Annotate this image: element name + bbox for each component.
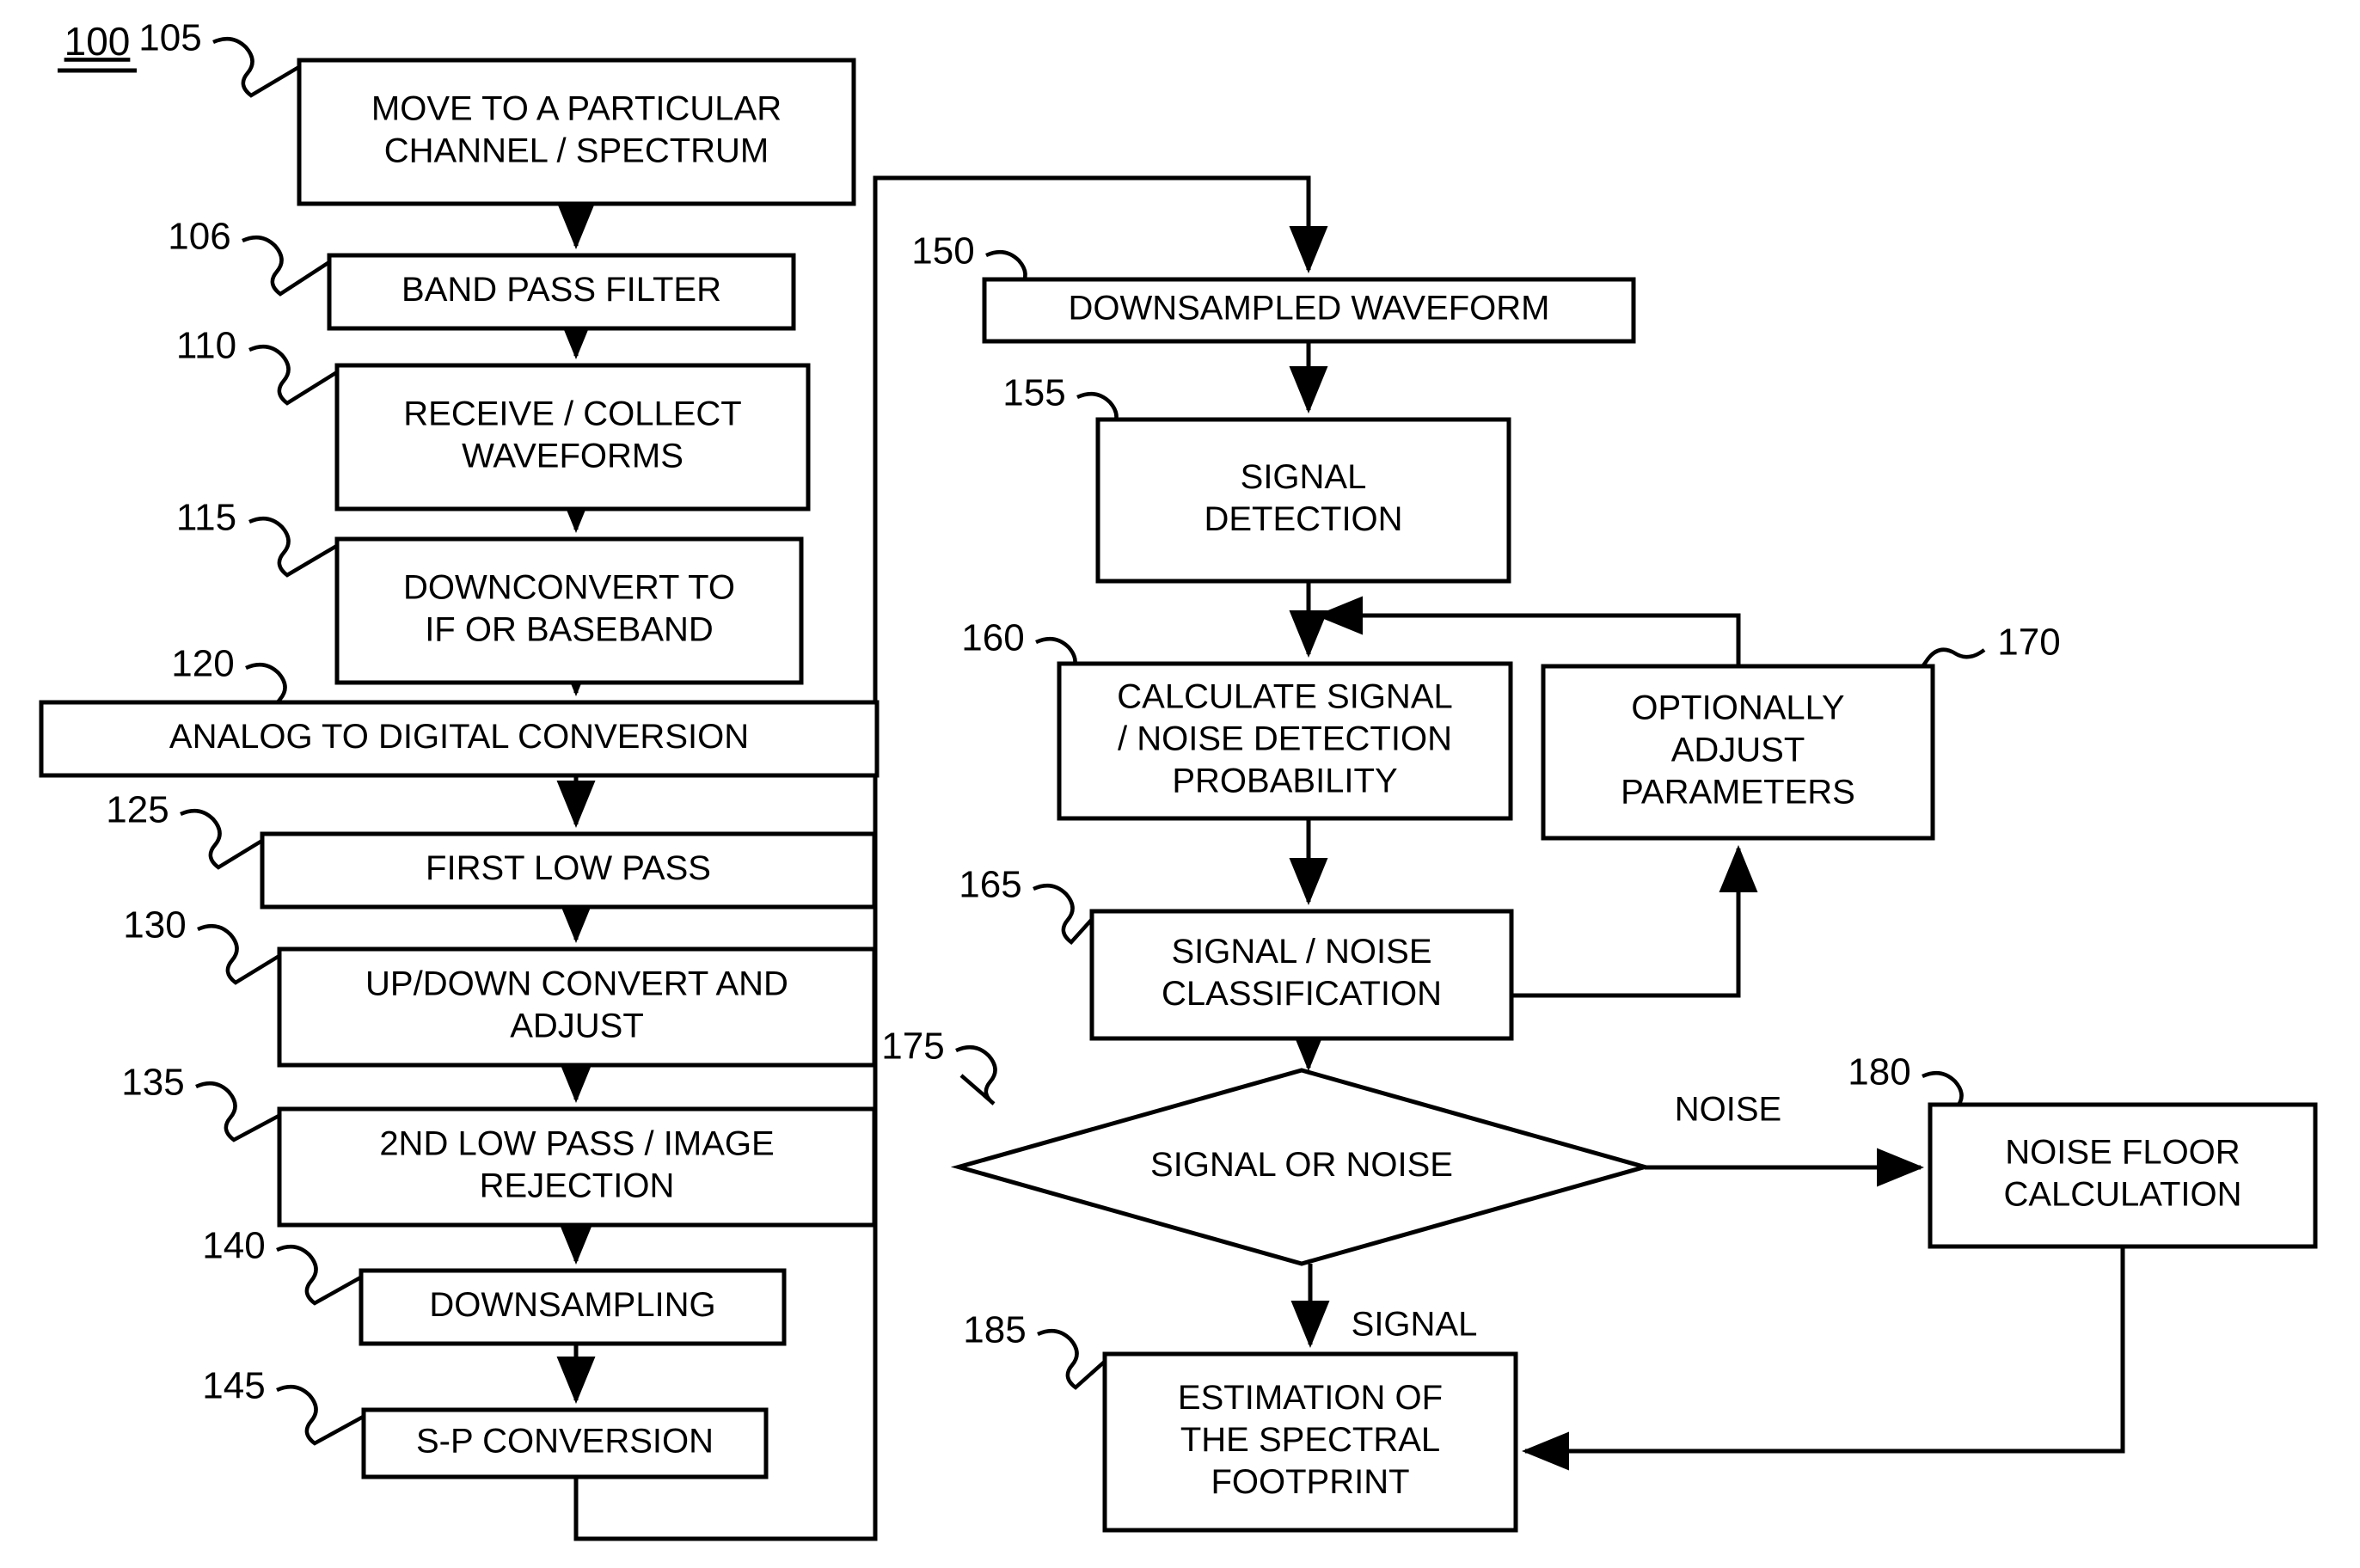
node-106: BAND PASS FILTER xyxy=(327,253,796,331)
node-135: 2ND LOW PASS / IMAGE REJECTION xyxy=(277,1106,877,1228)
node-115: DOWNCONVERT TO IF OR BASEBAND xyxy=(334,536,804,685)
node-160: CALCULATE SIGNAL / NOISE DETECTION PROBABI… xyxy=(1057,661,1513,821)
node-label-155-line2: DETECTION xyxy=(1204,500,1402,538)
node-105: MOVE TO A PARTICULAR CHANNEL / SPECTRUM xyxy=(297,58,856,206)
node-label-105-line1: MOVE TO A PARTICULAR xyxy=(371,90,782,128)
reference-number-115: 115 xyxy=(176,497,236,539)
reference-number-140: 140 xyxy=(202,1225,265,1267)
reference-number-110: 110 xyxy=(176,325,236,367)
node-label-110-line1: RECEIVE / COLLECT xyxy=(403,395,741,433)
figure-number-layer: 100 xyxy=(58,19,137,73)
node-label-180-line2: CALCULATION xyxy=(2003,1176,2241,1214)
leader-line-185 xyxy=(1037,1328,1109,1390)
leader-line-115 xyxy=(248,516,341,578)
reference-number-130: 130 xyxy=(123,904,186,946)
node-label-115-line2: IF OR BASEBAND xyxy=(425,611,714,649)
node-label-160-line2: / NOISE DETECTION xyxy=(1118,720,1452,758)
leader-line-125 xyxy=(180,808,267,870)
node-label-130-line2: ADJUST xyxy=(510,1008,644,1045)
node-125: FIRST LOW PASS xyxy=(260,831,877,910)
reference-number-145: 145 xyxy=(202,1365,265,1407)
node-label-106-line1: BAND PASS FILTER xyxy=(402,271,721,309)
node-label-115-line1: DOWNCONVERT TO xyxy=(403,569,735,607)
reference-number-175: 175 xyxy=(881,1026,944,1068)
node-label-140-line1: DOWNSAMPLING xyxy=(429,1286,715,1324)
node-label-135-line2: REJECTION xyxy=(480,1167,675,1205)
node-label-170-line3: PARAMETERS xyxy=(1621,774,1855,812)
reference-number-185: 185 xyxy=(963,1309,1026,1351)
node-label-135-line1: 2ND LOW PASS / IMAGE xyxy=(379,1125,774,1163)
connector-c180_185 xyxy=(1521,1246,2125,1471)
figure-canvas: MOVE TO A PARTICULAR CHANNEL / SPECTRUM BA… xyxy=(0,0,2360,1568)
node-label-145-line1: S-P CONVERSION xyxy=(416,1423,714,1461)
reference-number-105: 105 xyxy=(138,17,201,59)
reference-number-135: 135 xyxy=(121,1062,184,1104)
flowchart-svg: MOVE TO A PARTICULAR CHANNEL / SPECTRUM BA… xyxy=(39,17,2318,1541)
node-label-110-line2: WAVEFORMS xyxy=(462,438,683,475)
leader-line-145 xyxy=(276,1384,368,1446)
node-label-170-line2: ADJUST xyxy=(1671,732,1805,769)
leader-line-135 xyxy=(195,1081,284,1142)
node-140: DOWNSAMPLING xyxy=(359,1268,787,1346)
connector-c170_to_160in xyxy=(1315,596,1741,666)
reference-number-125: 125 xyxy=(106,789,169,831)
node-180: NOISE FLOOR CALCULATION xyxy=(1928,1102,2318,1249)
edge-label-lbl_noise: NOISE xyxy=(1675,1091,1781,1129)
node-155: SIGNAL DETECTION xyxy=(1095,417,1511,584)
leader-line-105 xyxy=(212,36,303,98)
node-145: S-P CONVERSION xyxy=(361,1407,769,1479)
node-label-160-line1: CALCULATE SIGNAL xyxy=(1117,678,1453,716)
leader-line-130 xyxy=(197,923,284,985)
node-label-150-line1: DOWNSAMPLED WAVEFORM xyxy=(1068,290,1549,328)
node-label-185-line3: FOOTPRINT xyxy=(1211,1463,1409,1501)
node-110: RECEIVE / COLLECT WAVEFORMS xyxy=(334,363,811,511)
node-label-125-line1: FIRST LOW PASS xyxy=(426,849,711,887)
reference-number-150: 150 xyxy=(911,230,974,273)
node-label-165-line1: SIGNAL / NOISE xyxy=(1171,933,1431,971)
leader-line-140 xyxy=(276,1244,365,1306)
node-175: SIGNAL OR NOISE xyxy=(950,1068,1653,1266)
nodes-layer: MOVE TO A PARTICULAR CHANNEL / SPECTRUM BA… xyxy=(39,58,2318,1533)
node-170: OPTIONALLY ADJUST PARAMETERS xyxy=(1541,664,1935,841)
leader-line-165 xyxy=(1033,883,1096,946)
node-label-175-line1: SIGNAL OR NOISE xyxy=(1150,1146,1453,1184)
leader-line-110 xyxy=(248,344,341,406)
reference-number-155: 155 xyxy=(1002,372,1065,414)
reference-number-120: 120 xyxy=(171,643,234,685)
reference-number-170: 170 xyxy=(1997,622,2060,664)
node-label-155-line1: SIGNAL xyxy=(1241,458,1367,496)
node-130: UP/DOWN CONVERT AND ADJUST xyxy=(277,946,877,1068)
leader-line-175 xyxy=(955,1044,997,1106)
leader-line-106 xyxy=(242,235,334,297)
node-label-185-line1: ESTIMATION OF xyxy=(1178,1379,1443,1417)
node-label-170-line1: OPTIONALLY xyxy=(1631,689,1844,727)
node-label-185-line2: THE SPECTRAL xyxy=(1180,1421,1440,1459)
reference-number-160: 160 xyxy=(961,617,1024,659)
node-150: DOWNSAMPLED WAVEFORM xyxy=(982,277,1636,344)
node-165: SIGNAL / NOISE CLASSIFICATION xyxy=(1089,909,1514,1041)
edge-label-lbl_signal: SIGNAL xyxy=(1352,1306,1478,1344)
node-185: ESTIMATION OF THE SPECTRAL FOOTPRINT xyxy=(1102,1351,1518,1533)
node-label-180-line1: NOISE FLOOR xyxy=(2005,1134,2240,1172)
node-label-165-line2: CLASSIFICATION xyxy=(1162,975,1442,1013)
node-label-130-line1: UP/DOWN CONVERT AND xyxy=(365,965,788,1003)
reference-number-106: 106 xyxy=(168,216,230,258)
connector-c165_to_170 xyxy=(1511,844,1758,998)
node-label-160-line3: PROBABILITY xyxy=(1172,763,1397,800)
reference-number-180: 180 xyxy=(1848,1051,1910,1093)
node-120: ANALOG TO DIGITAL CONVERSION xyxy=(39,700,880,778)
node-label-120-line1: ANALOG TO DIGITAL CONVERSION xyxy=(169,718,749,756)
figure-number: 100 xyxy=(64,19,131,64)
reference-number-165: 165 xyxy=(959,864,1021,906)
node-label-105-line2: CHANNEL / SPECTRUM xyxy=(384,132,769,170)
